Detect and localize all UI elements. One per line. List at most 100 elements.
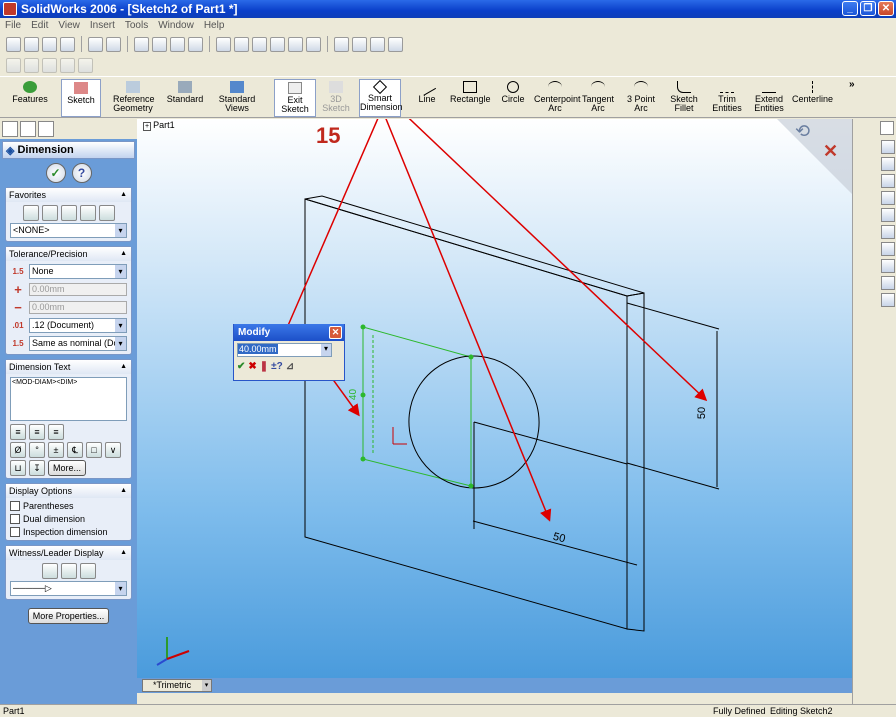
tangent-arc-button[interactable]: Tangent Arc	[580, 79, 616, 117]
save-favorite-icon[interactable]	[98, 204, 115, 221]
task-pane-collapse-icon[interactable]	[881, 191, 895, 205]
menu-help[interactable]: Help	[199, 20, 230, 31]
section-view-icon[interactable]	[388, 36, 403, 52]
add-favorite-icon[interactable]	[41, 204, 58, 221]
witness-leader-header[interactable]: Witness/Leader Display	[6, 546, 131, 560]
degree-symbol-icon[interactable]: °	[29, 441, 45, 458]
exit-sketch-button[interactable]: Exit Sketch	[274, 79, 316, 117]
point-icon[interactable]	[6, 57, 21, 73]
configuration-tab-icon[interactable]	[38, 121, 54, 137]
options-icon[interactable]	[170, 36, 185, 52]
standard-button[interactable]: Standard	[165, 79, 205, 117]
delete-favorite-icon[interactable]	[79, 204, 96, 221]
plus-minus-symbol-icon[interactable]: ±	[48, 441, 64, 458]
task-pane-tool-5-icon[interactable]	[881, 276, 895, 290]
apply-favorite-icon[interactable]	[22, 204, 39, 221]
menu-window[interactable]: Window	[153, 20, 199, 31]
counterbore-symbol-icon[interactable]: ⊔	[10, 459, 26, 476]
centerline-button[interactable]: Centerline	[792, 79, 833, 117]
sketch-fillet-button[interactable]: Sketch Fillet	[668, 79, 700, 117]
view-tab[interactable]: *Trimetric	[142, 679, 212, 692]
align-center-icon[interactable]: ≡	[29, 423, 45, 440]
graphics-area[interactable]: + Part1 50 50 40 15 ⟲ ✕	[137, 119, 852, 678]
tolerance-header[interactable]: Tolerance/Precision	[6, 247, 131, 261]
ok-button[interactable]: ✓	[45, 163, 66, 183]
tolerance-precision-select[interactable]: Same as nominal (Doc	[29, 336, 127, 351]
favorites-header[interactable]: Favorites	[6, 188, 131, 202]
select-icon[interactable]	[134, 36, 149, 52]
spline-icon[interactable]	[60, 57, 75, 73]
smart-dimension-button[interactable]: Smart Dimension	[359, 79, 403, 117]
help-icon[interactable]	[188, 36, 203, 52]
tolerance-type-select[interactable]: None	[29, 264, 127, 279]
dimension-text-header[interactable]: Dimension Text	[6, 360, 131, 374]
menu-file[interactable]: File	[0, 20, 26, 31]
task-pane-tool-2-icon[interactable]	[881, 225, 895, 239]
favorites-select[interactable]: <NONE>	[10, 223, 127, 238]
circle-button[interactable]: Circle	[500, 79, 526, 117]
max-variation-input[interactable]: 0.00mm	[29, 283, 127, 296]
dimension-vertical-label[interactable]: 50	[696, 407, 708, 419]
modify-ok-icon[interactable]: ✔	[237, 361, 245, 372]
square-symbol-icon[interactable]: □	[86, 441, 102, 458]
zoom-in-out-icon[interactable]	[252, 36, 267, 52]
parentheses-checkbox[interactable]: Parentheses	[10, 501, 127, 511]
witness-outside-icon[interactable]	[41, 562, 58, 579]
witness-inside-icon[interactable]	[60, 562, 77, 579]
task-pane-search-icon[interactable]	[881, 174, 895, 188]
confirm-corner-cancel-icon[interactable]: ✕	[823, 141, 838, 162]
modify-close-button[interactable]: ✕	[329, 326, 342, 339]
diameter-symbol-icon[interactable]: Ø	[10, 441, 26, 458]
standard-views-button[interactable]: Standard Views	[217, 79, 257, 117]
more-properties-button[interactable]: More Properties...	[27, 608, 110, 624]
dimension-text-field[interactable]: <MOD-DIAM><DIM>	[10, 377, 127, 421]
menu-insert[interactable]: Insert	[85, 20, 120, 31]
dimension-diameter-label[interactable]: 40	[348, 389, 359, 400]
arc-tool-icon[interactable]	[42, 57, 57, 73]
zoom-area-icon[interactable]	[234, 36, 249, 52]
task-pane-tool-6-icon[interactable]	[881, 293, 895, 307]
centerline-symbol-icon[interactable]: ℄	[67, 441, 83, 458]
countersink-symbol-icon[interactable]: ∨	[105, 441, 121, 458]
min-variation-input[interactable]: 0.00mm	[29, 301, 127, 314]
3-point-arc-button[interactable]: 3 Point Arc	[620, 79, 662, 117]
extend-entities-button[interactable]: Extend Entities	[752, 79, 786, 117]
inspection-dimension-checkbox[interactable]: Inspection dimension	[10, 527, 127, 537]
centerpoint-arc-button[interactable]: Centerpoint Arc	[534, 79, 581, 117]
circle-tool-icon[interactable]	[24, 57, 39, 73]
line-button[interactable]: Line	[412, 78, 442, 117]
new-icon[interactable]	[6, 36, 21, 52]
menu-tools[interactable]: Tools	[120, 20, 153, 31]
hidden-lines-icon[interactable]	[352, 36, 367, 52]
zoom-fit-icon[interactable]	[216, 36, 231, 52]
align-left-icon[interactable]: ≡	[10, 423, 26, 440]
polygon-icon[interactable]	[78, 57, 93, 73]
precision-select[interactable]: .12 (Document)	[29, 318, 127, 333]
task-pane-tool-3-icon[interactable]	[881, 242, 895, 256]
rebuild-icon[interactable]	[152, 36, 167, 52]
witness-smart-icon[interactable]	[79, 562, 96, 579]
property-manager-tab-icon[interactable]	[20, 121, 36, 137]
modify-cancel-icon[interactable]: ✖	[248, 361, 256, 372]
undo-icon[interactable]	[88, 36, 103, 52]
restore-button[interactable]: ❐	[860, 1, 876, 16]
align-right-icon[interactable]: ≡	[48, 423, 64, 440]
3d-sketch-button[interactable]: 3D Sketch	[318, 79, 354, 117]
modify-rebuild-icon[interactable]: ❚	[260, 361, 268, 372]
redo-icon[interactable]	[106, 36, 121, 52]
toolbar-overflow-icon[interactable]: »	[849, 79, 855, 90]
task-pane-home-icon[interactable]	[881, 140, 895, 154]
sketch-button[interactable]: Sketch	[61, 79, 101, 117]
save-icon[interactable]	[42, 36, 57, 52]
help-button[interactable]: ?	[71, 163, 92, 183]
wireframe-icon[interactable]	[334, 36, 349, 52]
depth-symbol-icon[interactable]: ↧	[29, 459, 45, 476]
menu-edit[interactable]: Edit	[26, 20, 53, 31]
open-icon[interactable]	[24, 36, 39, 52]
modify-value-input[interactable]: 40.00mm	[237, 343, 332, 357]
rotate-icon[interactable]	[288, 36, 303, 52]
task-pane-tool-4-icon[interactable]	[881, 259, 895, 273]
modify-mark-for-drawing-icon[interactable]: ⊿	[286, 361, 294, 372]
rectangle-button[interactable]: Rectangle	[450, 79, 491, 117]
more-symbols-button[interactable]: More...	[48, 459, 87, 476]
